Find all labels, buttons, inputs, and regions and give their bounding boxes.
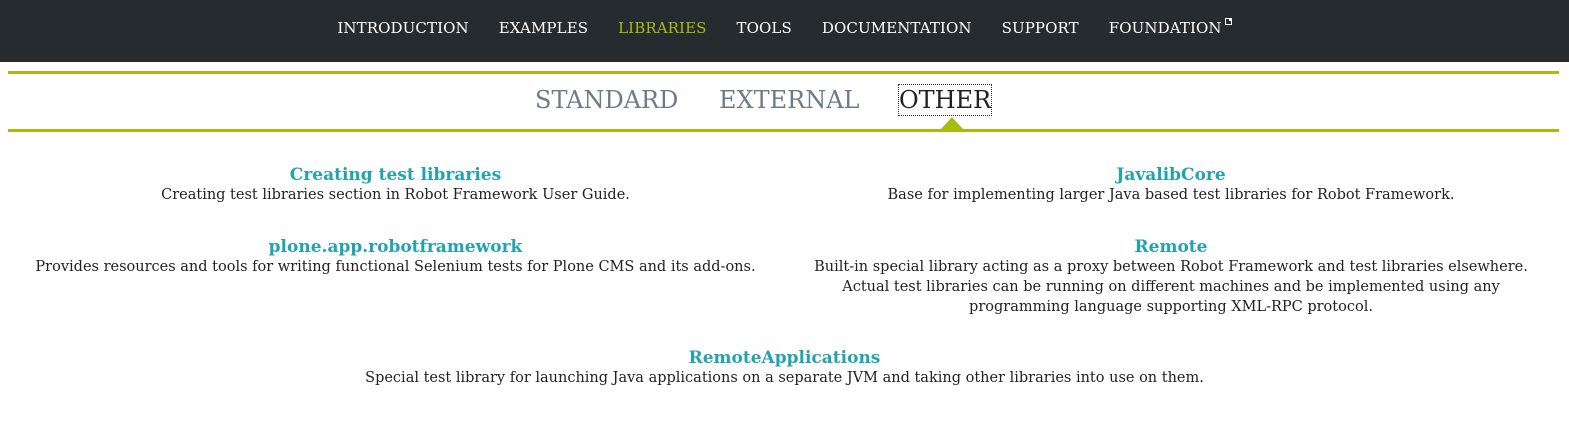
- nav-item-tools[interactable]: TOOLS: [722, 19, 807, 37]
- library-item: Creating test libraries Creating test li…: [20, 165, 771, 205]
- library-title-link[interactable]: RemoteApplications: [20, 348, 1549, 368]
- tab-external[interactable]: EXTERNAL: [719, 85, 859, 115]
- subtabs-bottom-divider: [8, 129, 1559, 132]
- library-title-link[interactable]: JavalibCore: [793, 165, 1549, 185]
- library-item: plone.app.robotframework Provides resour…: [20, 237, 771, 277]
- top-navigation-bar: INTRODUCTION EXAMPLES LIBRARIES TOOLS DO…: [0, 0, 1569, 62]
- nav-item-foundation-label: FOUNDATION: [1108, 18, 1222, 37]
- nav-item-introduction[interactable]: INTRODUCTION: [322, 19, 483, 37]
- nav-item-support[interactable]: SUPPORT: [987, 19, 1094, 37]
- library-description: Creating test libraries section in Robot…: [161, 187, 630, 203]
- nav-item-examples[interactable]: EXAMPLES: [484, 19, 603, 37]
- library-description: Special test library for launching Java …: [365, 370, 1204, 386]
- library-description: Base for implementing larger Java based …: [887, 187, 1455, 203]
- library-description: Provides resources and tools for writing…: [35, 259, 756, 275]
- subtabs-top-divider: [8, 71, 1559, 74]
- library-item: RemoteApplications Special test library …: [20, 348, 1549, 388]
- top-navigation-menu: INTRODUCTION EXAMPLES LIBRARIES TOOLS DO…: [0, 0, 1569, 55]
- library-item: Remote Built-in special library acting a…: [793, 237, 1549, 317]
- library-title-link[interactable]: Remote: [793, 237, 1549, 257]
- tab-standard[interactable]: STANDARD: [535, 85, 678, 115]
- nav-item-foundation[interactable]: FOUNDATION: [1094, 17, 1247, 37]
- active-tab-pointer-icon: [941, 117, 963, 129]
- library-item: JavalibCore Base for implementing larger…: [793, 165, 1549, 205]
- tab-other[interactable]: OTHER: [897, 84, 993, 116]
- nav-item-documentation[interactable]: DOCUMENTATION: [807, 19, 987, 37]
- library-description: Built-in special library acting as a pro…: [814, 259, 1528, 315]
- nav-item-libraries[interactable]: LIBRARIES: [603, 19, 721, 37]
- external-link-icon: [1224, 17, 1232, 25]
- library-title-link[interactable]: Creating test libraries: [20, 165, 771, 185]
- library-title-link[interactable]: plone.app.robotframework: [20, 237, 771, 257]
